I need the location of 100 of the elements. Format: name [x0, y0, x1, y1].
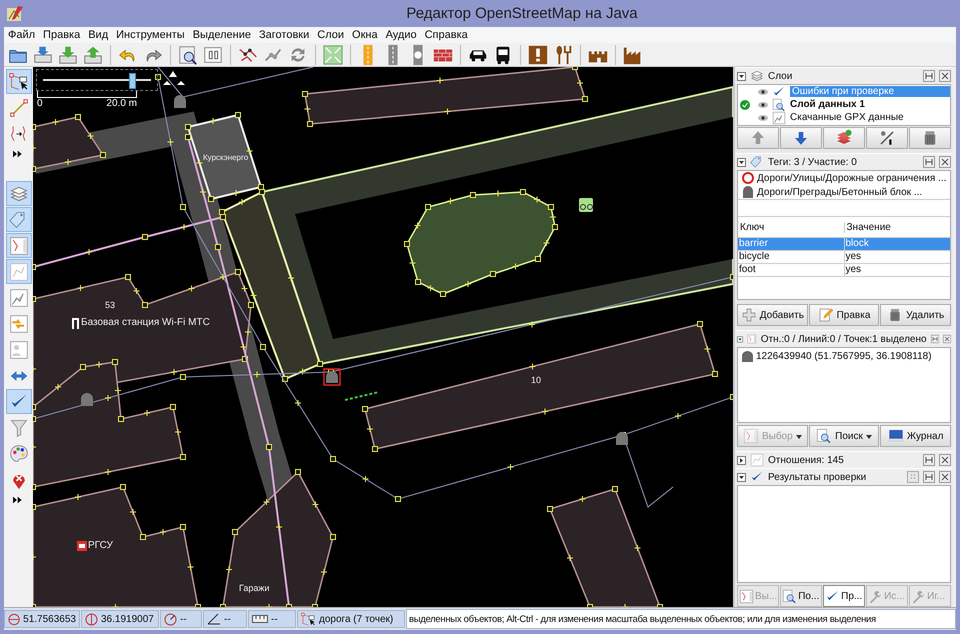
menu-item[interactable]: Заготовки: [255, 29, 314, 41]
column-header[interactable]: Значение: [844, 222, 950, 232]
barrier-node-icon: [174, 95, 186, 108]
plus-icon: [740, 307, 757, 323]
wrench-icon: [911, 588, 926, 604]
zoom-slider[interactable]: [36, 69, 158, 91]
tag-value: yes: [844, 264, 950, 276]
collapse-toggle-icon[interactable]: [737, 158, 746, 166]
angle-field: --: [203, 610, 247, 628]
angle-icon: [207, 613, 221, 625]
layer-name: Скачанные GPX данные: [790, 112, 904, 123]
expand-toggle-icon[interactable]: [737, 456, 746, 464]
select-mode-icon: [301, 612, 316, 626]
tool-button[interactable]: [6, 69, 32, 94]
menu-item[interactable]: Выделение: [188, 29, 256, 41]
map-label: Курскэнерго: [203, 154, 248, 162]
zoom-preview-icon[interactable]: [177, 44, 199, 66]
panel-tab[interactable]: Пр...: [823, 585, 866, 607]
add-button[interactable]: Добавить: [737, 304, 808, 326]
preset-link[interactable]: Дороги/Улицы/Дорожные ограничения ...: [757, 172, 946, 184]
window-title: Редактор OpenStreetMap на Java: [405, 5, 639, 22]
close-icon[interactable]: [942, 333, 951, 345]
tag-key: barrier: [738, 238, 844, 250]
menu-item[interactable]: Окна: [348, 29, 382, 41]
selected-node-marker: [323, 368, 341, 386]
menu-item[interactable]: Справка: [420, 29, 472, 41]
eye-icon[interactable]: [758, 100, 768, 108]
map-imagery-icon[interactable]: [322, 44, 344, 66]
recycling-icon: [163, 71, 185, 85]
selection-item[interactable]: 1226439940 (51.7567995, 36.1908118): [756, 350, 932, 362]
search-button[interactable]: Поиск: [808, 425, 880, 447]
tag-row[interactable]: bicycle yes: [738, 251, 950, 264]
panel-title: Теги: 3 / Участие: 0: [768, 156, 858, 168]
close-icon[interactable]: [939, 454, 951, 466]
menu-item[interactable]: Вид: [84, 29, 112, 41]
panel-title: Отн.:0 / Линий:0 / Точек:1 выделено: [760, 334, 927, 344]
edit-icon: [818, 307, 834, 323]
select-mode-icon: [8, 72, 28, 92]
relations-icon: [8, 262, 28, 282]
map-label: Гаражи: [239, 584, 270, 593]
column-header[interactable]: Ключ: [738, 222, 844, 232]
book-icon: [888, 428, 904, 444]
selection-list-icon: [8, 236, 28, 256]
close-icon[interactable]: [939, 471, 951, 483]
visibility-toggle-icon[interactable]: [878, 129, 896, 147]
panel-title: Слои: [768, 70, 794, 82]
menu-item[interactable]: Аудио: [382, 29, 421, 41]
dock-icon[interactable]: [923, 70, 935, 82]
wrench-icon: [868, 588, 884, 604]
collapse-toggle-icon[interactable]: [737, 334, 744, 344]
length-field: --: [248, 610, 296, 628]
map-label: 10: [531, 376, 542, 385]
collapse-toggle-icon[interactable]: [737, 72, 746, 80]
menu-item[interactable]: Слои: [313, 29, 348, 41]
search-field[interactable]: [738, 199, 950, 217]
dock-icon[interactable]: [923, 454, 935, 466]
layer-row[interactable]: Скачанные GPX данные: [738, 111, 950, 124]
users-icon: [8, 340, 28, 360]
eye-icon[interactable]: [758, 114, 768, 122]
ring-icon: [742, 172, 754, 184]
tag-row[interactable]: foot yes: [738, 264, 950, 277]
latitude-field: 51.7563653: [4, 610, 80, 628]
collapse-toggle-icon[interactable]: [737, 472, 746, 482]
slider-thumb[interactable]: [128, 73, 136, 89]
ruler-icon: [252, 615, 268, 623]
selected-way-line: [344, 391, 380, 401]
edit-button[interactable]: Правка: [808, 304, 880, 326]
office-icon: [77, 541, 87, 551]
dock-icon[interactable]: [923, 471, 935, 483]
dock-icon[interactable]: [923, 156, 935, 168]
menu-item[interactable]: Правка: [39, 29, 84, 41]
map-label: РГСУ: [88, 541, 113, 551]
eye-icon[interactable]: [758, 88, 768, 96]
up-arrow-icon[interactable]: [749, 129, 767, 147]
history-button[interactable]: Журнал: [880, 425, 952, 447]
barrier-node-icon: [616, 432, 628, 445]
layer-row[interactable]: Слой данных 1: [738, 98, 950, 111]
search-icon: [816, 428, 832, 444]
scale-label: 0: [37, 98, 43, 109]
selection-list-icon: [742, 428, 759, 444]
preset-link[interactable]: Дороги/Преграды/Бетонный блок ...: [757, 186, 922, 198]
exclamation-icon[interactable]: [527, 44, 549, 66]
search-icon: [782, 588, 798, 604]
delete-button[interactable]: Удалить: [880, 304, 952, 326]
layer-name: Ошибки при проверке: [790, 86, 950, 97]
close-icon[interactable]: [939, 70, 951, 82]
latitude-icon: [8, 612, 20, 626]
panel-tab[interactable]: По...: [780, 585, 822, 607]
menu-item[interactable]: Файл: [4, 29, 40, 41]
name-field: дорога (7 точек): [297, 610, 405, 628]
filter-icon: [8, 418, 28, 438]
settings-icon[interactable]: [907, 471, 919, 483]
tag-key: bicycle: [738, 251, 844, 263]
dock-icon[interactable]: [930, 333, 939, 345]
heading-icon: [164, 612, 177, 626]
down-arrow-icon[interactable]: [792, 129, 810, 147]
menu-item[interactable]: Инструменты: [112, 29, 189, 41]
close-icon[interactable]: [939, 156, 951, 168]
selection-list-icon: [739, 588, 754, 604]
stacked-layers-icon[interactable]: [835, 129, 853, 147]
